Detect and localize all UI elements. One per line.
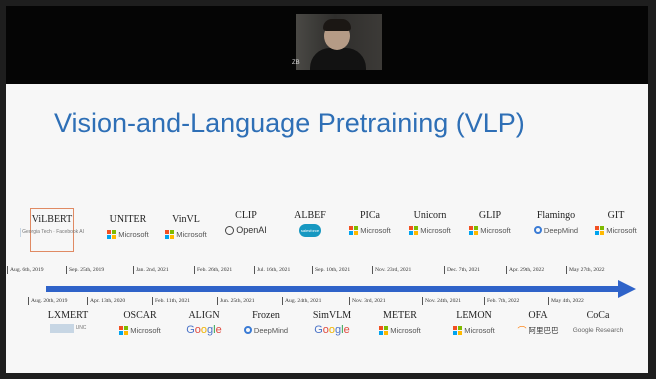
- model-uniter[interactable]: UNITER Microsoft: [96, 214, 160, 241]
- microsoft-logo-icon: [349, 225, 359, 235]
- microsoft-logo-text: Microsoft: [390, 325, 421, 335]
- microsoft-logo-icon: [119, 325, 129, 335]
- microsoft-logo-text: Microsoft: [480, 225, 511, 235]
- model-logo: Microsoft: [584, 223, 648, 237]
- model-name: UNITER: [109, 214, 147, 225]
- affiliation-logo-icon: [49, 323, 74, 333]
- model-coca[interactable]: CoCa Google Research: [566, 310, 630, 337]
- model-frozen[interactable]: Frozen DeepMind: [234, 310, 298, 337]
- model-logo: UNC: [36, 322, 100, 334]
- google-research-logo-text: Google Research: [572, 326, 624, 334]
- participant-video-tile[interactable]: [296, 14, 382, 70]
- model-clip[interactable]: CLIP OpenAI: [214, 210, 278, 237]
- model-logo: Microsoft: [398, 223, 462, 237]
- model-logo: Microsoft: [458, 223, 522, 237]
- deepmind-logo-icon: [533, 226, 542, 234]
- model-simvlm[interactable]: SimVLM Google: [300, 310, 364, 337]
- model-logo: Microsoft: [96, 227, 160, 241]
- deepmind-logo-text: DeepMind: [543, 225, 579, 235]
- model-logo: DeepMind: [524, 223, 588, 237]
- model-name: Flamingo: [536, 210, 576, 221]
- microsoft-logo-icon: [595, 225, 605, 235]
- model-glip[interactable]: GLIP Microsoft: [458, 210, 522, 237]
- model-logo: Microsoft: [108, 323, 172, 337]
- participant-name-label: ZB: [292, 60, 300, 66]
- microsoft-logo-text: Microsoft: [420, 225, 451, 235]
- model-flamingo[interactable]: Flamingo DeepMind: [524, 210, 588, 237]
- model-vilbert[interactable]: ViLBERT Georgia Tech · Facebook AI: [20, 214, 84, 238]
- google-logo-text: Google: [186, 324, 222, 336]
- participant-hair: [323, 19, 351, 31]
- model-name: METER: [383, 310, 417, 321]
- model-name: OFA: [528, 310, 548, 321]
- model-vinvl[interactable]: VinVL Microsoft: [154, 214, 218, 241]
- alibaba-logo-text: 阿里巴巴: [528, 325, 559, 335]
- model-name: ViLBERT: [31, 214, 73, 225]
- microsoft-logo-text: Microsoft: [464, 325, 495, 335]
- shared-slide: Vision-and-Language Pretraining (VLP) Au…: [6, 84, 648, 373]
- deepmind-logo-icon: [243, 326, 252, 334]
- timeline-models: ViLBERT Georgia Tech · Facebook AI UNITER M…: [6, 84, 648, 373]
- model-lxmert[interactable]: LXMERT UNC: [36, 310, 100, 334]
- model-logo: Microsoft: [368, 323, 432, 337]
- model-logo: DeepMind: [234, 323, 298, 337]
- model-name: VinVL: [172, 214, 200, 225]
- model-logo: salesforce: [278, 223, 342, 237]
- model-name: OSCAR: [123, 310, 157, 321]
- model-align[interactable]: ALIGN Google: [172, 310, 236, 337]
- model-name: Unicorn: [413, 210, 447, 221]
- model-logo: Google Research: [566, 323, 630, 337]
- model-git[interactable]: GIT Microsoft: [584, 210, 648, 237]
- microsoft-logo-icon: [409, 225, 419, 235]
- alibaba-logo-icon: ⌒: [517, 325, 527, 336]
- microsoft-logo-text: Microsoft: [606, 225, 637, 235]
- model-meter[interactable]: METER Microsoft: [368, 310, 432, 337]
- model-name: LXMERT: [47, 310, 89, 321]
- model-name: GIT: [607, 210, 625, 221]
- microsoft-logo-text: Microsoft: [130, 325, 161, 335]
- model-logo: Google: [300, 323, 364, 337]
- microsoft-logo-icon: [379, 325, 389, 335]
- microsoft-logo-icon: [107, 229, 117, 239]
- model-logo: Microsoft: [154, 227, 218, 241]
- model-name: Frozen: [252, 310, 280, 321]
- model-name: LEMON: [456, 310, 492, 321]
- microsoft-logo-text: Microsoft: [118, 229, 149, 239]
- salesforce-logo-icon: salesforce: [299, 223, 321, 237]
- video-strip: ZB: [6, 6, 648, 84]
- google-logo-text: Google: [314, 324, 350, 336]
- model-logo: Microsoft: [338, 223, 402, 237]
- openai-logo-icon: [225, 225, 235, 235]
- affiliation-logo-text: Georgia Tech · Facebook AI: [22, 229, 84, 235]
- model-logo: OpenAI: [214, 223, 278, 237]
- model-name: PICa: [360, 210, 380, 221]
- model-pica[interactable]: PICa Microsoft: [338, 210, 402, 237]
- model-name: ALIGN: [188, 310, 220, 321]
- model-name: GLIP: [478, 210, 502, 221]
- microsoft-logo-text: Microsoft: [176, 229, 207, 239]
- model-logo: ⌒ 阿里巴巴: [506, 323, 570, 337]
- model-name: CoCa: [586, 310, 610, 321]
- model-logo: Google: [172, 323, 236, 337]
- microsoft-logo-icon: [453, 325, 463, 335]
- model-logo: Microsoft: [442, 323, 506, 337]
- microsoft-logo-icon: [469, 225, 479, 235]
- model-oscar[interactable]: OSCAR Microsoft: [108, 310, 172, 337]
- model-albef[interactable]: ALBEF salesforce: [278, 210, 342, 237]
- participant-body: [310, 48, 366, 70]
- model-name: ALBEF: [294, 210, 326, 221]
- model-logo: Georgia Tech · Facebook AI: [20, 226, 84, 238]
- model-lemon[interactable]: LEMON Microsoft: [442, 310, 506, 337]
- microsoft-logo-text: Microsoft: [360, 225, 391, 235]
- model-name: CLIP: [235, 210, 257, 221]
- model-name: SimVLM: [312, 310, 352, 321]
- model-unicorn[interactable]: Unicorn Microsoft: [398, 210, 462, 237]
- model-ofa[interactable]: OFA ⌒ 阿里巴巴: [506, 310, 570, 337]
- microsoft-logo-icon: [165, 229, 175, 239]
- openai-logo-text: OpenAI: [236, 225, 267, 235]
- affiliation-logo-text: UNC: [75, 325, 87, 331]
- deepmind-logo-text: DeepMind: [253, 325, 289, 335]
